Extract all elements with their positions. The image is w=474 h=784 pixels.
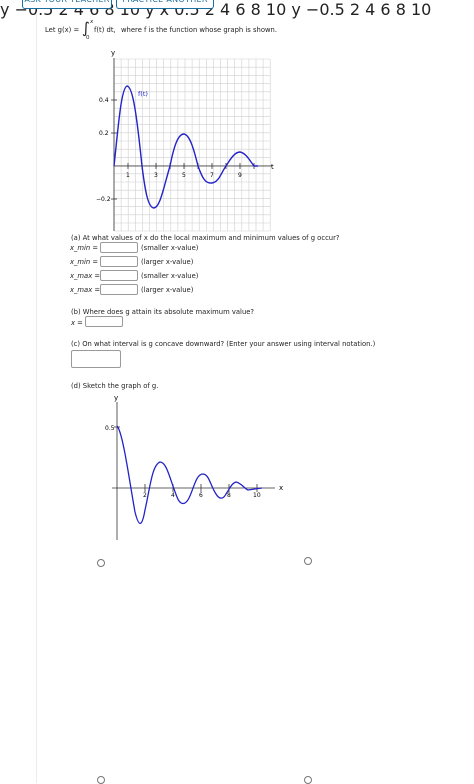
option-1-x-tick-2: 2 (143, 492, 147, 499)
option-1-x-tick-10: 10 (253, 492, 261, 499)
option-1-y-tick: 0.5 (105, 425, 115, 432)
option-1-x-label: x (279, 484, 283, 492)
option-graphs: y x 0.5 2 4 6 8 10 (105, 394, 283, 540)
option-1-curve (116, 425, 263, 525)
option-1-x-tick-6: 6 (199, 492, 203, 499)
option-1-x-tick-4: 4 (171, 492, 175, 499)
option-1-y-label: y (114, 394, 118, 402)
option-1-graph: y x 0.5 2 4 6 8 10 (105, 394, 283, 540)
option-1-radio[interactable] (97, 559, 105, 567)
option-1-x-tick-8: 8 (227, 492, 231, 499)
option-2-radio[interactable] (304, 557, 312, 565)
